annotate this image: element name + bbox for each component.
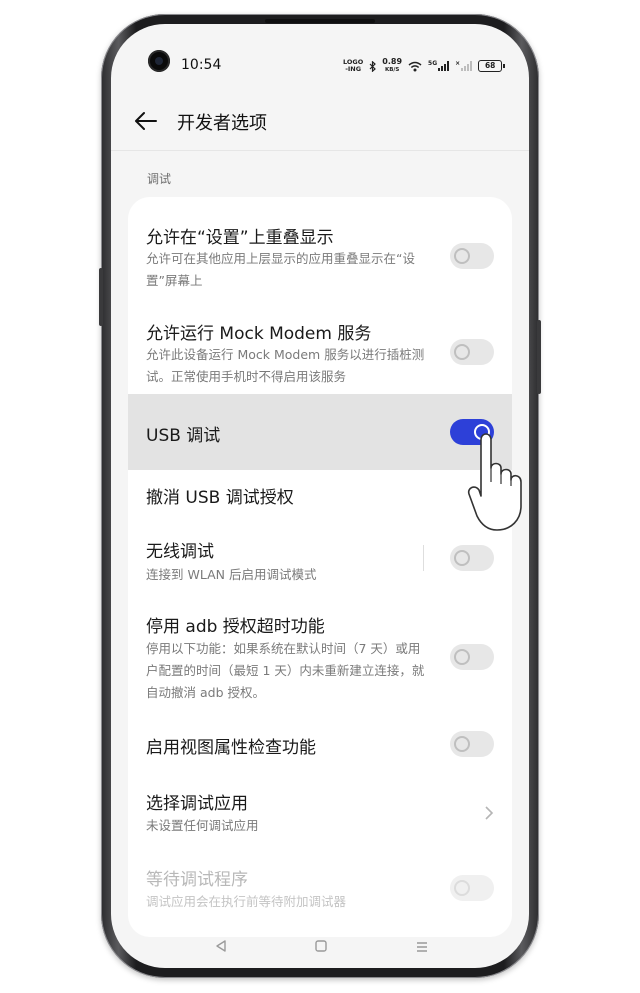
- toggle-wireless-debugging[interactable]: [450, 545, 494, 571]
- setting-row-view-attribute-inspection[interactable]: 启用视图属性检查功能: [128, 719, 512, 775]
- setting-desc: 未设置任何调试应用: [146, 818, 259, 833]
- section-label-debug: 调试: [147, 172, 172, 186]
- chevron-right-icon[interactable]: [484, 487, 494, 503]
- toggle-overlay-settings[interactable]: [450, 243, 494, 269]
- setting-row-wireless-debugging[interactable]: 无线调试 连接到 WLAN 后启用调试模式: [128, 524, 512, 599]
- setting-row-mock-modem[interactable]: 允许运行 Mock Modem 服务 允许此设备运行 Mock Modem 服务…: [128, 293, 512, 391]
- volume-button: [99, 268, 103, 326]
- settings-card: 允许在“设置”上重叠显示 允许可在其他应用上层显示的应用重叠显示在“设置”屏幕上…: [128, 197, 512, 937]
- setting-title: 选择调试应用: [146, 794, 248, 814]
- setting-title: 无线调试: [146, 542, 214, 562]
- setting-row-wait-for-debugger: 等待调试程序 调试应用会在执行前等待附加调试器: [128, 851, 512, 937]
- logo-ing-indicator: LOGO -ING: [343, 58, 364, 73]
- toggle-adb-timeout[interactable]: [450, 644, 494, 670]
- setting-title: 启用视图属性检查功能: [146, 738, 316, 758]
- page-title: 开发者选项: [177, 113, 267, 134]
- power-button: [537, 320, 541, 394]
- setting-row-usb-debugging[interactable]: USB 调试: [128, 394, 512, 470]
- setting-title: 等待调试程序: [146, 870, 248, 890]
- phone-screen: 10:54 LOGO -ING 0.89 KB/S 5G × 68 开发者选项: [111, 24, 529, 968]
- battery-indicator: 68: [478, 60, 506, 72]
- setting-desc: 停用以下功能：如果系统在默认时间（7 天）或用户配置的时间（最短 1 天）内未重…: [146, 641, 425, 700]
- net-speed: 0.89 KB/S: [382, 57, 403, 74]
- speaker-grille: [265, 19, 375, 23]
- toggle-view-attribute-inspection[interactable]: [450, 731, 494, 757]
- setting-title: 撤消 USB 调试授权: [146, 488, 294, 508]
- setting-desc: 允许可在其他应用上层显示的应用重叠显示在“设置”屏幕上: [146, 251, 415, 288]
- setting-desc: 调试应用会在执行前等待附加调试器: [146, 894, 347, 909]
- chevron-right-icon[interactable]: [484, 805, 494, 821]
- arrow-left-icon: [135, 112, 157, 130]
- setting-row-revoke-usb-auth[interactable]: 撤消 USB 调试授权: [128, 470, 512, 524]
- setting-row-overlay-settings[interactable]: 允许在“设置”上重叠显示 允许可在其他应用上层显示的应用重叠显示在“设置”屏幕上: [128, 197, 512, 293]
- bluetooth-icon: [369, 60, 377, 72]
- setting-title: 允许在“设置”上重叠显示: [146, 228, 334, 248]
- status-icons: LOGO -ING 0.89 KB/S 5G × 68: [343, 57, 506, 74]
- toggle-usb-debugging[interactable]: [450, 419, 494, 445]
- setting-title: 停用 adb 授权超时功能: [146, 617, 325, 637]
- status-time: 10:54: [181, 57, 222, 73]
- setting-row-adb-timeout[interactable]: 停用 adb 授权超时功能 停用以下功能：如果系统在默认时间（7 天）或用户配置…: [128, 599, 512, 719]
- setting-row-select-debug-app[interactable]: 选择调试应用 未设置任何调试应用: [128, 775, 512, 851]
- menu-lines-icon[interactable]: [415, 939, 429, 953]
- toggle-mock-modem[interactable]: [450, 339, 494, 365]
- cell-signal-primary: 5G: [428, 61, 450, 71]
- front-camera: [148, 50, 170, 72]
- wifi-icon: [408, 61, 422, 71]
- setting-title: USB 调试: [146, 426, 221, 446]
- row-divider: [423, 545, 424, 571]
- back-triangle-icon[interactable]: [214, 939, 228, 953]
- cell-signal-secondary: ×: [455, 61, 473, 71]
- home-square-icon[interactable]: [314, 939, 328, 953]
- navigation-bar: [111, 929, 529, 968]
- setting-desc: 允许此设备运行 Mock Modem 服务以进行插桩测试。正常使用手机时不得启用…: [146, 347, 425, 384]
- header-divider: [111, 150, 529, 151]
- setting-desc: 连接到 WLAN 后启用调试模式: [146, 567, 317, 582]
- setting-title: 允许运行 Mock Modem 服务: [146, 324, 372, 344]
- toggle-wait-for-debugger: [450, 875, 494, 901]
- back-button[interactable]: [133, 110, 159, 132]
